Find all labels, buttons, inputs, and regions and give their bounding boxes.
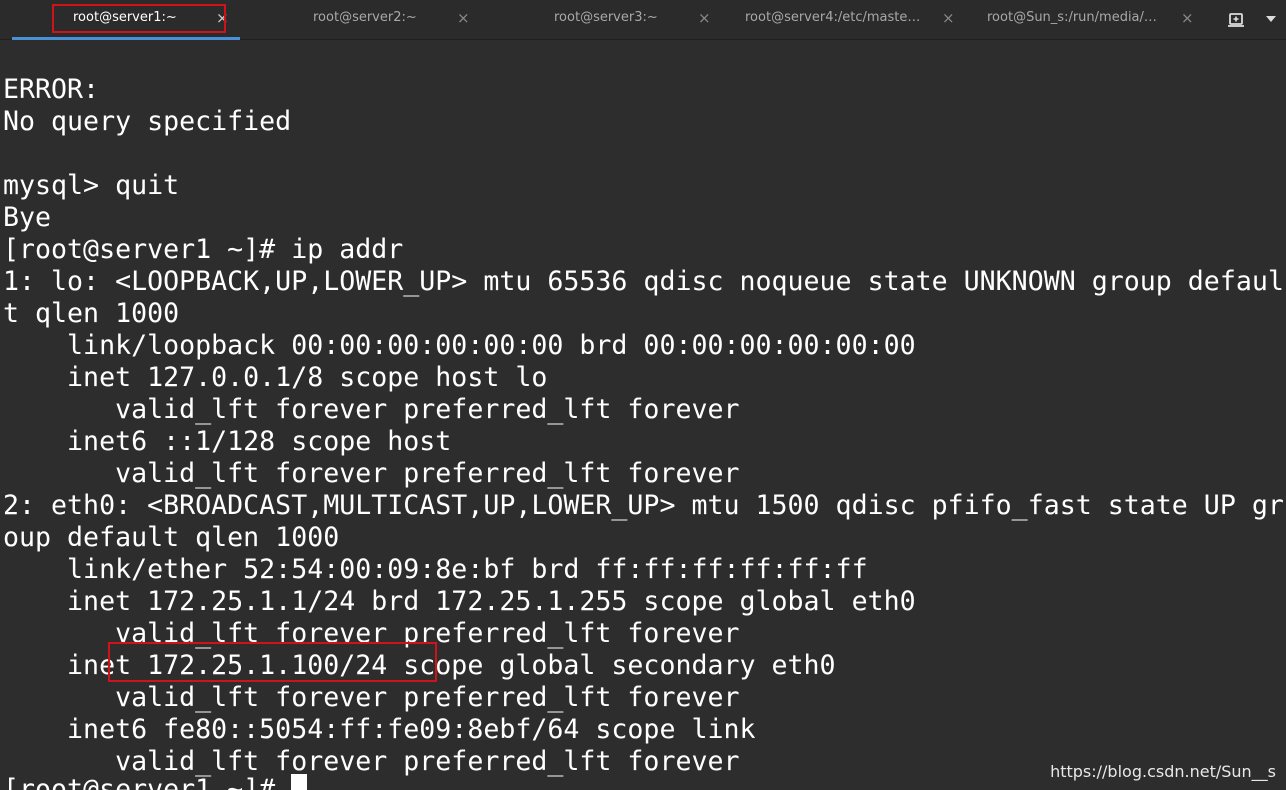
terminal-line: No query specified bbox=[3, 106, 292, 137]
tab-label: root@server3:~ bbox=[554, 10, 658, 25]
terminal-line: oup default qlen 1000 bbox=[3, 522, 340, 553]
tab-close-icon[interactable]: × bbox=[942, 8, 955, 28]
terminal-line: mysql> quit bbox=[3, 170, 180, 201]
tab-close-icon[interactable]: × bbox=[457, 8, 470, 28]
terminal-line: inet 127.0.0.1/8 scope host lo bbox=[3, 362, 548, 393]
watermark: https://blog.csdn.net/Sun__s bbox=[1050, 762, 1276, 781]
tab-highlight-box bbox=[52, 4, 226, 33]
terminal-line: valid_lft forever preferred_lft forever bbox=[3, 682, 740, 713]
terminal-line: inet6 fe80::5054:ff:fe09:8ebf/64 scope l… bbox=[3, 714, 756, 745]
terminal-line: inet6 ::1/128 scope host bbox=[3, 426, 452, 457]
tab-close-icon[interactable]: × bbox=[1181, 8, 1194, 28]
terminal-line: link/ether 52:54:00:09:8e:bf brd ff:ff:f… bbox=[3, 554, 868, 585]
tab-label: root@server4:/etc/maste… bbox=[745, 10, 921, 25]
tab-close-icon[interactable]: × bbox=[698, 8, 711, 28]
terminal-output[interactable]: ERROR: No query specified mysql> quit By… bbox=[0, 40, 1286, 790]
tab-label: root@Sun_s:/run/media/… bbox=[987, 10, 1157, 25]
tab-server2[interactable]: root@server2:~ × bbox=[240, 0, 470, 39]
terminal-cursor bbox=[291, 774, 308, 790]
terminal-line: t qlen 1000 bbox=[3, 298, 180, 329]
chevron-down-icon[interactable] bbox=[1266, 16, 1276, 22]
terminal-line: Bye bbox=[3, 202, 52, 233]
terminal-line: valid_lft forever preferred_lft forever bbox=[3, 394, 740, 425]
terminal-line: valid_lft forever preferred_lft forever bbox=[3, 458, 740, 489]
terminal-line: ERROR: bbox=[3, 74, 100, 105]
terminal-line: 2: eth0: <BROADCAST,MULTICAST,UP,LOWER_U… bbox=[3, 490, 1284, 521]
tab-server4[interactable]: root@server4:/etc/maste… × bbox=[720, 0, 955, 39]
terminal-prompt-line[interactable]: [root@server1 ~]# bbox=[3, 774, 308, 790]
new-tab-icon[interactable] bbox=[1226, 10, 1246, 30]
tab-server3[interactable]: root@server3:~ × bbox=[480, 0, 711, 39]
terminal-line: inet 172.25.1.1/24 brd 172.25.1.255 scop… bbox=[3, 586, 916, 617]
tab-label: root@server2:~ bbox=[313, 10, 417, 25]
tab-sun-s[interactable]: root@Sun_s:/run/media/… × bbox=[960, 0, 1194, 39]
terminal-line: [root@server1 ~]# ip addr bbox=[3, 234, 404, 265]
ip-highlight-box bbox=[108, 642, 437, 682]
shell-prompt: [root@server1 ~]# bbox=[3, 774, 292, 790]
terminal-line: 1: lo: <LOOPBACK,UP,LOWER_UP> mtu 65536 … bbox=[3, 266, 1284, 297]
terminal-line: link/loopback 00:00:00:00:00:00 brd 00:0… bbox=[3, 330, 916, 361]
tab-bar: root@server1:~ × root@server2:~ × root@s… bbox=[0, 0, 1286, 40]
